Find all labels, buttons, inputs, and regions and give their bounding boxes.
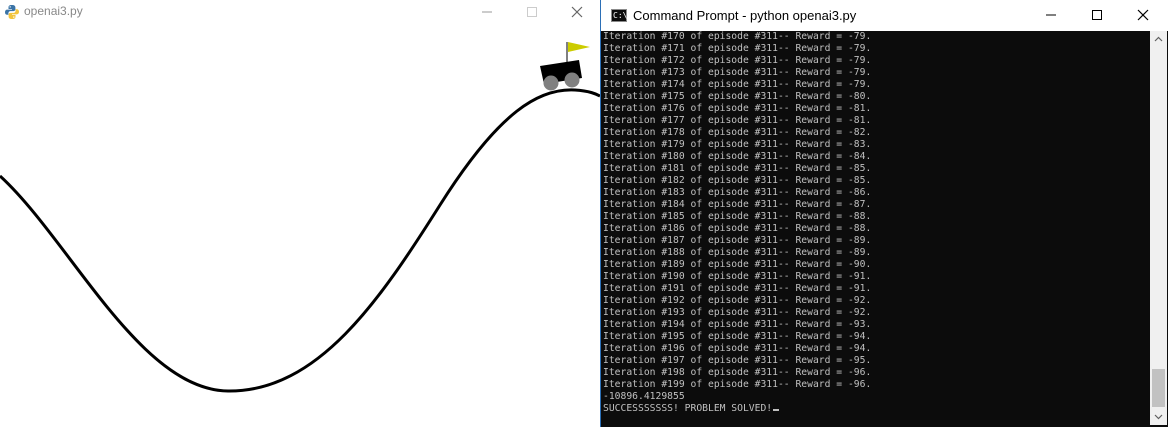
vertical-scrollbar[interactable] — [1150, 31, 1167, 425]
console-line: Iteration #184 of episode #311-- Reward … — [603, 199, 872, 210]
command-prompt-titlebar[interactable]: C:\ Command Prompt - python openai3.py — [601, 0, 1168, 31]
console-line: Iteration #177 of episode #311-- Reward … — [603, 115, 872, 126]
close-icon — [1137, 9, 1149, 21]
console-line: Iteration #179 of episode #311-- Reward … — [603, 139, 872, 150]
text-cursor — [773, 409, 780, 411]
console-line: Iteration #171 of episode #311-- Reward … — [603, 43, 872, 54]
cmd-icon: C:\ — [611, 9, 628, 22]
close-icon — [571, 6, 583, 18]
maximize-icon — [1092, 10, 1102, 20]
scroll-down-button[interactable] — [1150, 408, 1167, 425]
mountain-curve — [0, 88, 600, 393]
close-button[interactable] — [554, 0, 600, 24]
console-line: Iteration #189 of episode #311-- Reward … — [603, 259, 872, 270]
console-line: Iteration #173 of episode #311-- Reward … — [603, 67, 872, 78]
minimize-icon — [1046, 14, 1056, 16]
console-line: Iteration #194 of episode #311-- Reward … — [603, 319, 872, 330]
console-line: Iteration #176 of episode #311-- Reward … — [603, 103, 872, 114]
minimize-icon — [482, 11, 492, 13]
console-line: Iteration #175 of episode #311-- Reward … — [603, 91, 872, 102]
console-line: Iteration #188 of episode #311-- Reward … — [603, 247, 872, 258]
render-window-titlebar[interactable]: openai3.py — [0, 0, 600, 24]
maximize-button[interactable] — [509, 0, 555, 24]
console-line: Iteration #199 of episode #311-- Reward … — [603, 379, 872, 390]
console-line: Iteration #190 of episode #311-- Reward … — [603, 271, 872, 282]
minimize-button[interactable] — [1028, 3, 1074, 27]
car-wheel-front — [564, 72, 580, 88]
chevron-up-icon — [1154, 36, 1163, 42]
console-output[interactable]: Iteration #170 of episode #311-- Reward … — [603, 31, 1151, 423]
console-line: Iteration #181 of episode #311-- Reward … — [603, 163, 872, 174]
console-line: Iteration #172 of episode #311-- Reward … — [603, 55, 872, 66]
console-line: Iteration #186 of episode #311-- Reward … — [603, 223, 872, 234]
car-wheel-rear — [543, 75, 559, 91]
minimize-button[interactable] — [464, 0, 510, 24]
maximize-icon — [527, 7, 537, 17]
console-line: Iteration #193 of episode #311-- Reward … — [603, 307, 872, 318]
scroll-up-button[interactable] — [1150, 31, 1167, 48]
console-line: Iteration #196 of episode #311-- Reward … — [603, 343, 872, 354]
render-window-title: openai3.py — [24, 4, 83, 18]
console-line: Iteration #180 of episode #311-- Reward … — [603, 151, 872, 162]
console-line: Iteration #191 of episode #311-- Reward … — [603, 283, 872, 294]
console-line: Iteration #192 of episode #311-- Reward … — [603, 295, 872, 306]
console-line: -10896.4129855 — [603, 391, 685, 402]
flag-cloth — [568, 42, 590, 52]
console-line: Iteration #197 of episode #311-- Reward … — [603, 355, 872, 366]
console-final-line: SUCCESSSSSSS! PROBLEM SOLVED! — [603, 403, 1151, 415]
console-line: Iteration #178 of episode #311-- Reward … — [603, 127, 872, 138]
success-message: SUCCESSSSSSS! PROBLEM SOLVED! — [603, 403, 773, 414]
maximize-button[interactable] — [1074, 3, 1120, 27]
python-icon — [5, 5, 19, 19]
car — [540, 60, 582, 91]
chevron-down-icon — [1154, 414, 1163, 420]
console-line: Iteration #182 of episode #311-- Reward … — [603, 175, 872, 186]
console-line: Iteration #187 of episode #311-- Reward … — [603, 235, 872, 246]
console-line: Iteration #174 of episode #311-- Reward … — [603, 79, 872, 90]
console-line: Iteration #195 of episode #311-- Reward … — [603, 331, 872, 342]
mountain-car-canvas — [0, 42, 600, 393]
command-prompt-title: Command Prompt - python openai3.py — [633, 8, 857, 23]
scrollbar-thumb[interactable] — [1152, 369, 1165, 407]
console-line: Iteration #198 of episode #311-- Reward … — [603, 367, 872, 378]
console-line: Iteration #170 of episode #311-- Reward … — [603, 31, 872, 42]
console-line: Iteration #183 of episode #311-- Reward … — [603, 187, 872, 198]
console-line: Iteration #185 of episode #311-- Reward … — [603, 211, 872, 222]
render-window: openai3.py — [0, 0, 600, 427]
command-prompt-window: C:\ Command Prompt - python openai3.py I… — [600, 0, 1168, 427]
close-button[interactable] — [1120, 3, 1166, 27]
